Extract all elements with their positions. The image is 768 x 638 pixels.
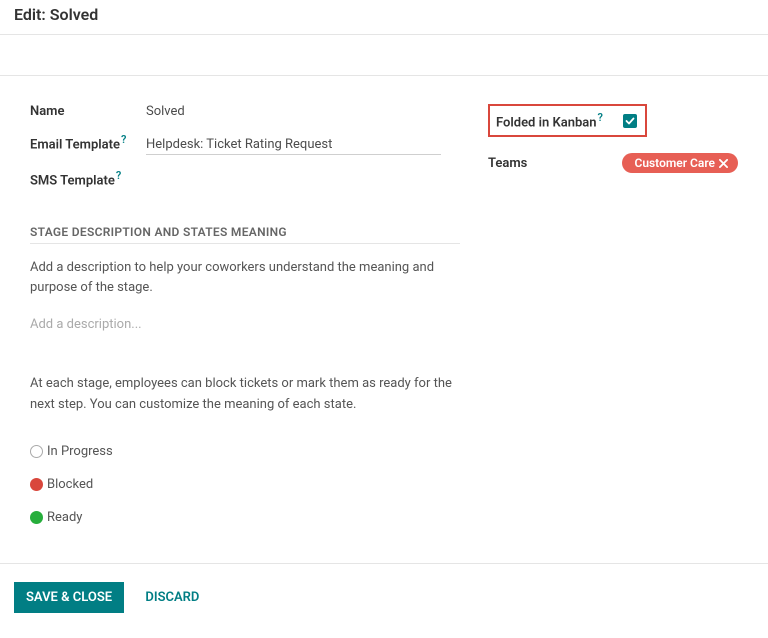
teams-label: Teams xyxy=(488,156,527,171)
folded-kanban-label: Folded in Kanban? xyxy=(496,111,603,130)
state-dot-empty-icon xyxy=(30,445,43,458)
state-ready-label: Ready xyxy=(47,510,82,525)
description-help-text: Add a description to help your coworkers… xyxy=(30,258,460,300)
help-icon[interactable]: ? xyxy=(598,111,603,124)
state-dot-green-icon xyxy=(30,511,43,524)
save-close-button[interactable]: SAVE & CLOSE xyxy=(14,582,124,613)
help-icon[interactable]: ? xyxy=(116,169,121,182)
page-title: Edit: Solved xyxy=(14,5,98,24)
check-icon xyxy=(625,116,635,126)
email-template-label: Email Template? xyxy=(30,133,146,152)
state-in-progress-label: In Progress xyxy=(47,444,113,459)
folded-kanban-highlight: Folded in Kanban? xyxy=(488,104,647,137)
help-icon[interactable]: ? xyxy=(121,133,126,146)
team-tag[interactable]: Customer Care xyxy=(622,153,738,173)
name-value: Solved xyxy=(146,104,185,119)
close-icon[interactable] xyxy=(719,159,728,168)
discard-button[interactable]: DISCARD xyxy=(133,582,211,613)
state-blocked-label: Blocked xyxy=(47,477,93,492)
folded-kanban-checkbox[interactable] xyxy=(623,114,637,128)
sms-template-label: SMS Template? xyxy=(30,169,146,188)
name-label: Name xyxy=(30,104,146,119)
email-template-input[interactable] xyxy=(146,137,441,155)
section-title: STAGE DESCRIPTION AND STATES MEANING xyxy=(30,225,460,239)
state-dot-red-icon xyxy=(30,478,43,491)
states-help-text: At each stage, employees can block ticke… xyxy=(30,374,460,416)
state-in-progress-row[interactable]: In Progress xyxy=(30,444,460,459)
description-input[interactable] xyxy=(30,317,460,332)
team-tag-label: Customer Care xyxy=(634,156,715,170)
state-ready-row[interactable]: Ready xyxy=(30,510,460,525)
state-blocked-row[interactable]: Blocked xyxy=(30,477,460,492)
section-divider xyxy=(30,243,460,244)
